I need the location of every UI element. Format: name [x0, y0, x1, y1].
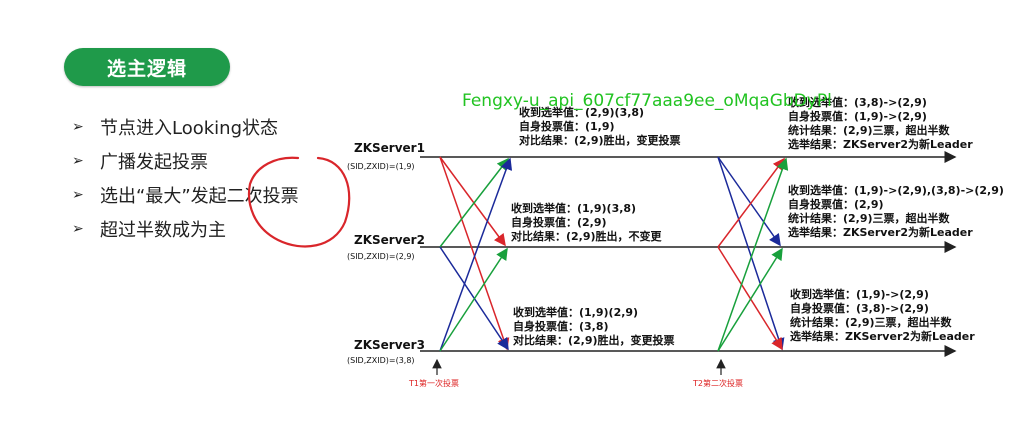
election-result: 选举结果：ZKServer2为新Leader — [788, 226, 973, 239]
stats-result: 统计结果：(2,9)三票，超出半数 — [790, 316, 952, 329]
received-votes: 收到选举值：(1,9)(2,9) — [513, 306, 639, 319]
handdrawn-circle-annotation — [248, 156, 351, 248]
vote-arrow-s1-to-s3 — [439, 156, 510, 351]
stats-result: 统计结果：(2,9)三票，超出半数 — [788, 212, 950, 225]
self-vote: 自身投票值：(3,8) — [513, 320, 609, 333]
server1-sid: (SID,ZXID)=(1,9) — [347, 162, 415, 171]
round2-info-server2: 收到选举值：(1,9)->(2,9),(3,8)->(2,9) 自身投票值：(2… — [788, 184, 1004, 240]
t2-label: T2第二次投票 — [693, 379, 743, 388]
vote2-arrow-s1-to-s3 — [717, 156, 785, 351]
received-votes: 收到选举值：(1,9)->(2,9) — [790, 288, 929, 301]
round1-info-server1: 收到选举值：(2,9)(3,8) 自身投票值：(1,9) 对比结果：(2,9)胜… — [519, 106, 681, 148]
server2-label: ZKServer2 — [354, 233, 425, 247]
received-votes: 收到选举值：(1,9)(3,8) — [511, 202, 637, 215]
election-result: 选举结果：ZKServer2为新Leader — [788, 138, 973, 151]
vote-arrow-s3-to-s2 — [439, 247, 508, 352]
server1-label: ZKServer1 — [354, 141, 425, 155]
self-vote: 自身投票值：(1,9)->(2,9) — [788, 110, 927, 123]
watermark-text: Fengxy-u_api_607cf77aaa9ee_oMqaGbDyPl — [462, 91, 832, 111]
compare-result: 对比结果：(2,9)胜出，变更投票 — [519, 134, 681, 147]
stats-result: 统计结果：(2,9)三票，超出半数 — [788, 124, 950, 137]
round2-info-server3: 收到选举值：(1,9)->(2,9) 自身投票值：(3,8)->(2,9) 统计… — [790, 288, 975, 344]
vote-arrow-s2-to-s1 — [439, 157, 509, 248]
self-vote: 自身投票值：(1,9) — [519, 120, 615, 133]
self-vote: 自身投票值：(2,9) — [788, 198, 884, 211]
round1-info-server3: 收到选举值：(1,9)(2,9) 自身投票值：(3,8) 对比结果：(2,9)胜… — [513, 306, 675, 348]
self-vote: 自身投票值：(3,8)->(2,9) — [790, 302, 929, 315]
compare-result: 对比结果：(2,9)胜出，变更投票 — [513, 334, 675, 347]
t1-label: T1第一次投票 — [409, 379, 459, 388]
election-result: 选举结果：ZKServer2为新Leader — [790, 330, 975, 343]
received-votes: 收到选举值：(1,9)->(2,9),(3,8)->(2,9) — [788, 184, 1004, 197]
server3-sid: (SID,ZXID)=(3,8) — [347, 356, 415, 365]
compare-result: 对比结果：(2,9)胜出，不变更 — [511, 230, 662, 243]
self-vote: 自身投票值：(2,9) — [511, 216, 607, 229]
round1-info-server2: 收到选举值：(1,9)(3,8) 自身投票值：(2,9) 对比结果：(2,9)胜… — [511, 202, 662, 244]
server3-label: ZKServer3 — [354, 338, 425, 352]
vote2-arrow-s3-to-s2 — [717, 247, 783, 352]
server2-sid: (SID,ZXID)=(2,9) — [347, 252, 415, 261]
